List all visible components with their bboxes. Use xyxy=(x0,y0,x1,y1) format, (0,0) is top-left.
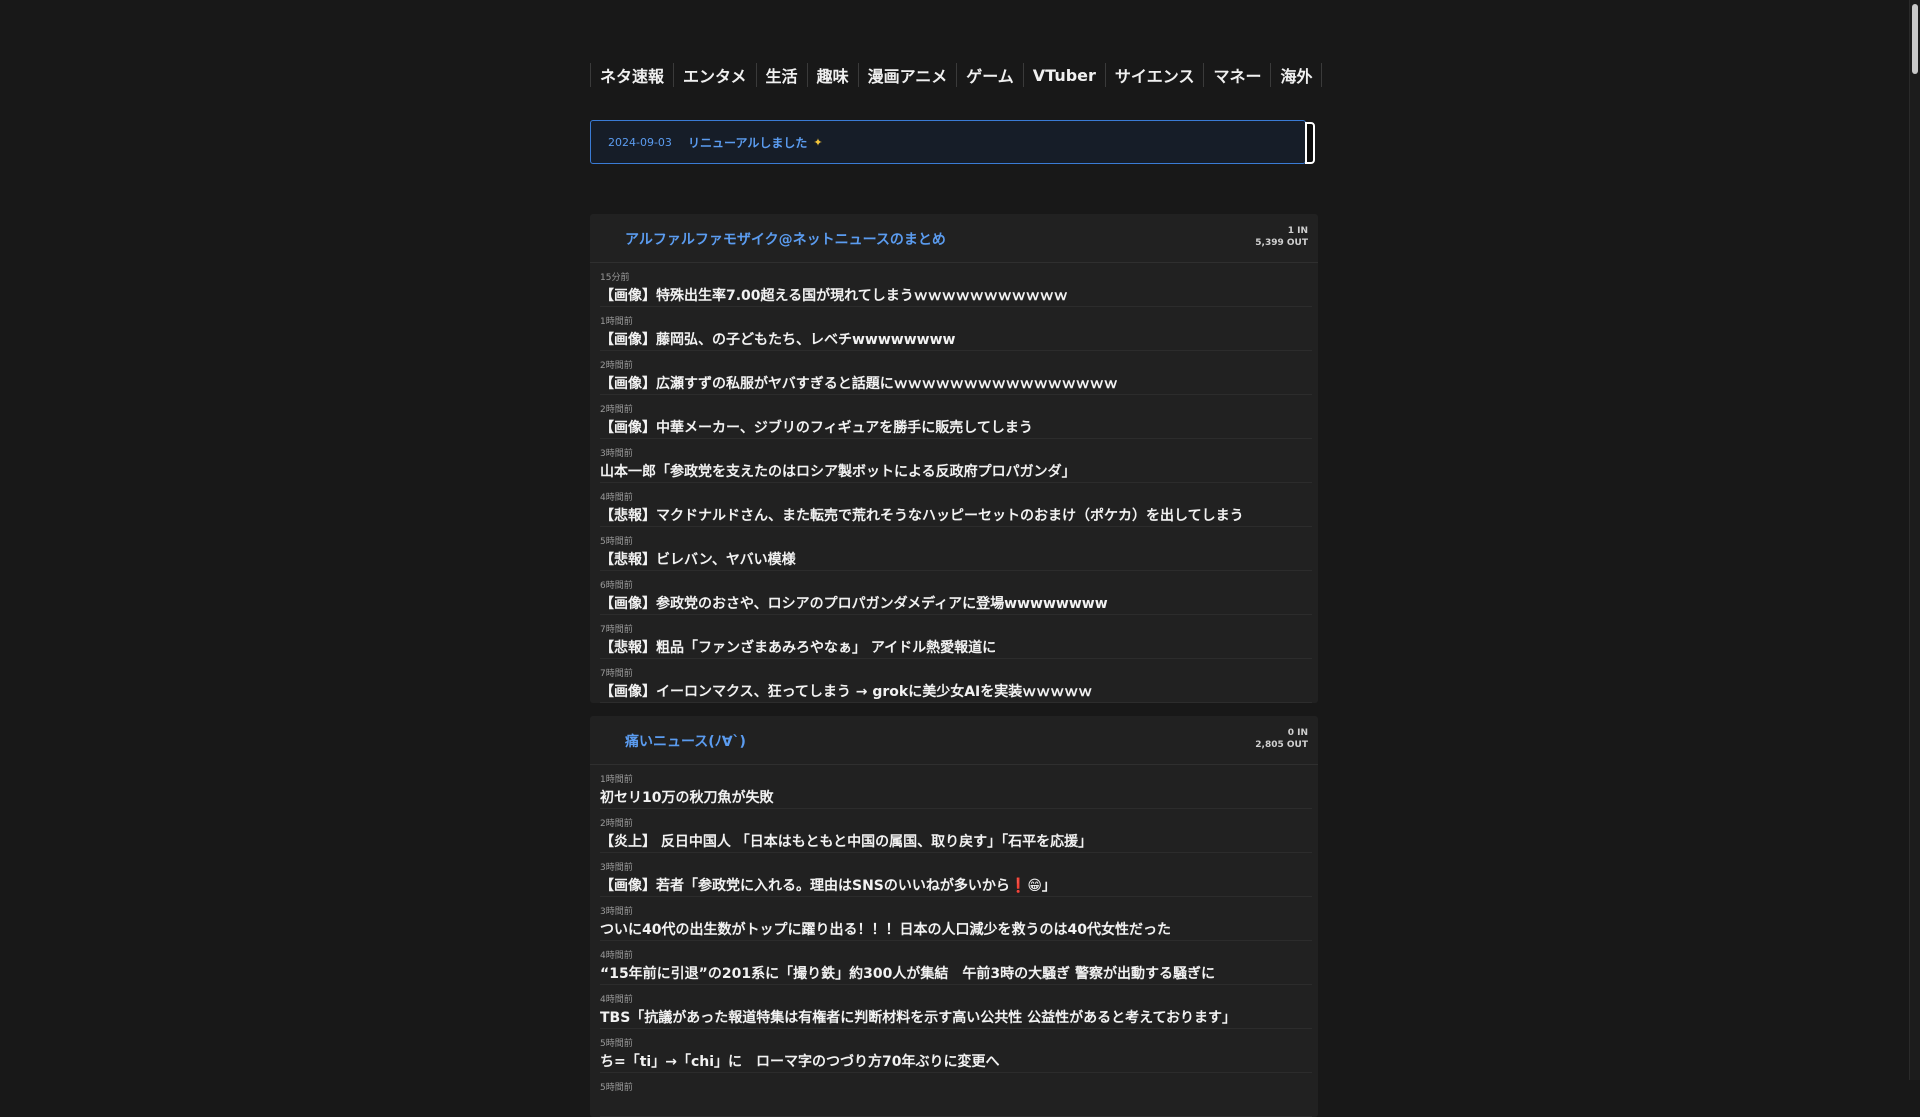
item-title-link[interactable]: 【画像】若者「参政党に入れる。理由はSNSのいいねが多いから❗😁」 xyxy=(600,875,1056,895)
item-time: 15分前 xyxy=(600,273,630,283)
stat-out: 5,399 OUT xyxy=(1255,238,1308,248)
feed-header: アルファルファモザイク@ネットニュースのまとめ 1 IN 5,399 OUT xyxy=(590,214,1318,263)
nav-item-game[interactable]: ゲーム xyxy=(956,63,1023,87)
list-item[interactable]: 6時間前【画像】参政党のおさや、ロシアのプロパガンダメディアに登場wwwwwww… xyxy=(600,571,1312,615)
scrollbar-thumb[interactable] xyxy=(1912,4,1918,74)
item-time: 4時間前 xyxy=(600,995,633,1005)
category-nav: ネタ速報 エンタメ 生活 趣味 漫画アニメ ゲーム VTuber サイエンス マ… xyxy=(590,62,1323,88)
item-time: 2時間前 xyxy=(600,361,633,371)
item-time: 1時間前 xyxy=(600,317,633,327)
list-item[interactable]: 3時間前ついに40代の出生数がトップに躍り出る！！！日本の人口減少を救うのは40… xyxy=(600,897,1312,941)
item-time: 5時間前 xyxy=(600,1083,633,1093)
sparkle-icon: ✦ xyxy=(813,135,823,149)
feed-list: 15分前 【画像】特殊出生率7.00超える国が現れてしまうｗｗｗｗｗｗｗｗｗｗｗ 1… xyxy=(590,263,1318,703)
list-item[interactable]: 4時間前 TBS「抗議があった報道特集は有権者に判断材料を示す高い公共性 公益性が… xyxy=(600,985,1312,1029)
item-title-link[interactable]: 【悲報】マクドナルドさん、また転売で荒れそうなハッピーセットのおまけ（ポケカ）を… xyxy=(600,505,1244,525)
notice-close-button[interactable] xyxy=(1305,122,1315,164)
item-title-link[interactable]: “15年前に引退”の201系に「撮り鉄」約300人が集結 午前3時の大騒ぎ 警察… xyxy=(600,963,1215,983)
item-time: 7時間前 xyxy=(600,669,633,679)
stat-out: 2,805 OUT xyxy=(1255,740,1308,750)
item-time: 4時間前 xyxy=(600,951,633,961)
item-title-link[interactable]: 【炎上】 反日中国人 「日本はもともと中国の属国、取り戻す」「石平を応援」 xyxy=(600,831,1092,851)
notice-text[interactable]: リニューアルしました xyxy=(688,134,807,151)
nav-item-seikatsu[interactable]: 生活 xyxy=(755,63,807,87)
list-item[interactable]: 15分前【画像】特殊出生率7.00超える国が現れてしまうｗｗｗｗｗｗｗｗｗｗｗ xyxy=(600,263,1312,307)
feed-title[interactable]: 痛いニュース(ﾉ∀`) xyxy=(625,731,746,751)
item-time: 5時間前 xyxy=(600,1039,633,1049)
list-item[interactable]: 4時間前【悲報】マクドナルドさん、また転売で荒れそうなハッピーセットのおまけ（ポ… xyxy=(600,483,1312,527)
item-time: 4時間前 xyxy=(600,493,633,503)
notice-date: 2024-09-03 xyxy=(608,135,672,149)
nav-item-manga-anime[interactable]: 漫画アニメ xyxy=(857,63,957,87)
item-title-link[interactable]: 【悲報】粗品「ファンざまあみろやなぁ」 アイドル熱愛報道に xyxy=(600,637,996,657)
item-time: 2時間前 xyxy=(600,819,633,829)
notice-banner[interactable]: 2024-09-03 リニューアルしました ✦ xyxy=(590,120,1315,164)
list-item[interactable]: 5時間前【悲報】ビレバン、ヤバい模様 xyxy=(600,527,1312,571)
item-time: 7時間前 xyxy=(600,625,633,635)
list-item[interactable]: 2時間前【画像】広瀬すずの私服がヤバすぎると話題にｗｗｗｗｗｗｗｗｗｗｗｗｗｗｗ… xyxy=(600,351,1312,395)
item-title-link[interactable]: TBS「抗議があった報道特集は有権者に判断材料を示す高い公共性 公益性があると考… xyxy=(600,1007,1236,1027)
feed-stats: 0 IN 2,805 OUT xyxy=(1255,727,1308,751)
scrollbar[interactable] xyxy=(1909,0,1920,1080)
item-title-link[interactable]: 山本一郎「参政党を支えたのはロシア製ボットによる反政府プロパガンダ」 xyxy=(600,461,1076,481)
item-title-link[interactable]: 【画像】特殊出生率7.00超える国が現れてしまうｗｗｗｗｗｗｗｗｗｗｗ xyxy=(600,285,1068,305)
nav-item-neta[interactable]: ネタ速報 xyxy=(590,63,673,87)
item-time: 3時間前 xyxy=(600,907,633,917)
list-item[interactable]: 5時間前ち=「ti」→「chi」に ローマ字のつづり方70年ぶりに変更へ xyxy=(600,1029,1312,1073)
feed-title[interactable]: アルファルファモザイク@ネットニュースのまとめ xyxy=(625,229,946,249)
list-item[interactable]: 3時間前山本一郎「参政党を支えたのはロシア製ボットによる反政府プロパガンダ」 xyxy=(600,439,1312,483)
item-time: 6時間前 xyxy=(600,581,633,591)
nav-item-money[interactable]: マネー xyxy=(1203,63,1270,87)
item-title-link[interactable]: 【画像】藤岡弘、の子どもたち、レベチwwwwwwww xyxy=(600,329,955,349)
feed-card: 痛いニュース(ﾉ∀`) 0 IN 2,805 OUT 1時間前初セリ10万の秋刀… xyxy=(590,716,1318,1117)
item-time: 1時間前 xyxy=(600,775,633,785)
nav-item-science[interactable]: サイエンス xyxy=(1104,63,1204,87)
list-item[interactable]: 2時間前【画像】中華メーカー、ジブリのフィギュアを勝手に販売してしまう xyxy=(600,395,1312,439)
item-time: 3時間前 xyxy=(600,449,633,459)
item-time: 3時間前 xyxy=(600,863,633,873)
item-title-link[interactable]: 【画像】広瀬すずの私服がヤバすぎると話題にｗｗｗｗｗｗｗｗｗｗｗｗｗｗｗｗ xyxy=(600,373,1118,393)
feed-header: 痛いニュース(ﾉ∀`) 0 IN 2,805 OUT xyxy=(590,716,1318,765)
item-title-link[interactable]: 【画像】参政党のおさや、ロシアのプロパガンダメディアに登場wwwwwwww xyxy=(600,593,1108,613)
stat-in: 0 IN xyxy=(1287,728,1308,738)
item-time: 5時間前 xyxy=(600,537,633,547)
list-item[interactable]: 1時間前【画像】藤岡弘、の子どもたち、レベチwwwwwwww xyxy=(600,307,1312,351)
list-item[interactable]: 7時間前【画像】イーロンマクス、狂ってしまう → grokに美少女AIを実装ｗｗ… xyxy=(600,659,1312,703)
feed-list: 1時間前 初セリ10万の秋刀魚が失敗 2時間前 【炎上】 反日中国人 「日本はもともと… xyxy=(590,765,1318,1117)
list-item[interactable]: 7時間前【悲報】粗品「ファンざまあみろやなぁ」 アイドル熱愛報道に xyxy=(600,615,1312,659)
stat-in: 1 IN xyxy=(1287,226,1308,236)
nav-item-entame[interactable]: エンタメ xyxy=(673,63,756,87)
item-title-link[interactable]: 【画像】イーロンマクス、狂ってしまう → grokに美少女AIを実装ｗｗｗｗｗ xyxy=(600,681,1092,701)
feed-card: アルファルファモザイク@ネットニュースのまとめ 1 IN 5,399 OUT 1… xyxy=(590,214,1318,703)
feed-stats: 1 IN 5,399 OUT xyxy=(1255,225,1308,249)
list-item[interactable]: 1時間前初セリ10万の秋刀魚が失敗 xyxy=(600,765,1312,809)
list-item[interactable]: 4時間前 “15年前に引退”の201系に「撮り鉄」約300人が集結 午前3時の大騒… xyxy=(600,941,1312,985)
list-item[interactable]: 3時間前【画像】若者「参政党に入れる。理由はSNSのいいねが多いから❗😁」 xyxy=(600,853,1312,897)
item-title-link[interactable]: 初セリ10万の秋刀魚が失敗 xyxy=(600,787,773,807)
item-time: 2時間前 xyxy=(600,405,633,415)
item-title-link[interactable]: 【悲報】ビレバン、ヤバい模様 xyxy=(600,549,796,569)
nav-item-vtuber[interactable]: VTuber xyxy=(1022,63,1105,87)
item-title-link[interactable]: ち=「ti」→「chi」に ローマ字のつづり方70年ぶりに変更へ xyxy=(600,1051,1000,1071)
item-title-link[interactable]: ついに40代の出生数がトップに躍り出る！！！日本の人口減少を救うのは40代女性だ… xyxy=(600,919,1171,939)
nav-item-kaigai[interactable]: 海外 xyxy=(1270,63,1323,87)
item-title-link[interactable]: 【画像】中華メーカー、ジブリのフィギュアを勝手に販売してしまう xyxy=(600,417,1033,437)
nav-item-shumi[interactable]: 趣味 xyxy=(806,63,858,87)
list-item[interactable]: 2時間前【炎上】 反日中国人 「日本はもともと中国の属国、取り戻す」「石平を応援… xyxy=(600,809,1312,853)
